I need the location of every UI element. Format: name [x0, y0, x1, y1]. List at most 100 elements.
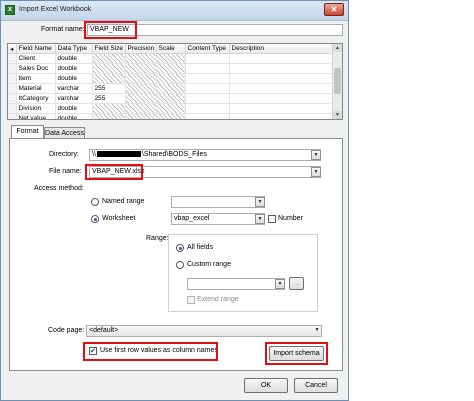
scale-cell[interactable]	[156, 53, 186, 64]
schema-grid[interactable]: ◂ Field Name Data Type Field Size Precis…	[7, 43, 343, 120]
field-size-cell[interactable]: 255	[92, 83, 126, 94]
field-name-cell[interactable]: Item	[16, 73, 56, 84]
row-header[interactable]	[8, 53, 17, 64]
scroll-thumb[interactable]	[334, 68, 341, 94]
content-type-cell[interactable]	[185, 63, 230, 74]
precision-cell[interactable]	[125, 53, 157, 64]
column-header[interactable]: Precision	[125, 44, 157, 54]
scroll-up-icon[interactable]: ▲	[333, 44, 342, 52]
table-row[interactable]: Sales Doc double	[8, 63, 336, 74]
data-type-cell[interactable]: double	[55, 103, 93, 114]
description-cell[interactable]	[229, 103, 336, 114]
directory-input[interactable]: \\ \Shared\BODS_Files	[89, 149, 321, 161]
worksheet-select[interactable]: vbap_excel	[171, 213, 265, 225]
field-size-cell[interactable]	[92, 63, 126, 74]
field-name-cell[interactable]: Client	[16, 53, 56, 64]
scale-cell[interactable]	[156, 113, 186, 119]
column-header[interactable]: Content Type	[185, 44, 230, 54]
data-type-cell[interactable]: varchar	[55, 93, 93, 104]
column-header[interactable]: Field Name	[16, 44, 56, 54]
row-header[interactable]	[8, 73, 17, 84]
content-type-cell[interactable]	[185, 103, 230, 114]
description-cell[interactable]	[229, 63, 336, 74]
ok-button[interactable]: OK	[244, 378, 288, 393]
chevron-down-icon[interactable]: ▼	[275, 279, 285, 289]
precision-cell[interactable]	[125, 103, 157, 114]
row-header[interactable]	[8, 83, 17, 94]
number-checkbox[interactable]	[268, 215, 276, 223]
row-header[interactable]	[8, 93, 17, 104]
table-row[interactable]: Net value double	[8, 113, 336, 119]
description-cell[interactable]	[229, 113, 336, 119]
content-type-cell[interactable]	[185, 93, 230, 104]
extend-range-checkbox[interactable]	[187, 296, 195, 304]
row-header[interactable]	[8, 113, 17, 119]
custom-range-radio[interactable]	[176, 261, 184, 269]
data-type-cell[interactable]: double	[55, 53, 93, 64]
scale-cell[interactable]	[156, 83, 186, 94]
cancel-button[interactable]: Cancel	[294, 378, 338, 393]
description-cell[interactable]	[229, 53, 336, 64]
close-button[interactable]: ✕	[324, 3, 344, 16]
column-header[interactable]: Field Size	[92, 44, 126, 54]
field-size-cell[interactable]	[92, 103, 126, 114]
tab-format[interactable]: Format	[11, 125, 44, 139]
table-row[interactable]: Client double	[8, 53, 336, 64]
column-header[interactable]: Data Type	[55, 44, 93, 54]
content-type-cell[interactable]	[185, 113, 230, 119]
chevron-down-icon[interactable]: ▼	[312, 326, 322, 336]
scale-cell[interactable]	[156, 93, 186, 104]
named-range-radio[interactable]	[91, 198, 99, 206]
precision-cell[interactable]	[125, 113, 157, 119]
table-row[interactable]: Material varchar 255	[8, 83, 336, 94]
field-name-cell[interactable]: Net value	[16, 113, 56, 119]
named-range-select[interactable]	[171, 196, 265, 208]
scroll-down-icon[interactable]: ▼	[333, 111, 342, 119]
worksheet-radio[interactable]	[91, 215, 99, 223]
description-cell[interactable]	[229, 93, 336, 104]
data-type-cell[interactable]: double	[55, 63, 93, 74]
code-page-select[interactable]: <default>	[86, 325, 322, 337]
data-type-cell[interactable]: double	[55, 73, 93, 84]
data-type-cell[interactable]: double	[55, 113, 93, 119]
table-row[interactable]: Item double	[8, 73, 336, 84]
scale-cell[interactable]	[156, 63, 186, 74]
row-header[interactable]	[8, 103, 17, 114]
scale-cell[interactable]	[156, 103, 186, 114]
field-size-cell[interactable]: 255	[92, 93, 126, 104]
precision-cell[interactable]	[125, 83, 157, 94]
chevron-down-icon[interactable]: ▼	[311, 167, 321, 177]
field-name-cell[interactable]: Sales Doc	[16, 63, 56, 74]
content-type-cell[interactable]	[185, 53, 230, 64]
column-header[interactable]: Scale	[156, 44, 186, 54]
field-name-cell[interactable]: Material	[16, 83, 56, 94]
precision-cell[interactable]	[125, 93, 157, 104]
field-size-cell[interactable]	[92, 53, 126, 64]
content-type-cell[interactable]	[185, 83, 230, 94]
browse-range-button[interactable]: ...	[289, 277, 304, 290]
field-size-cell[interactable]	[92, 113, 126, 119]
content-type-cell[interactable]	[185, 73, 230, 84]
field-size-cell[interactable]	[92, 73, 126, 84]
field-name-cell[interactable]: ItCategory	[16, 93, 56, 104]
data-type-cell[interactable]: varchar	[55, 83, 93, 94]
description-cell[interactable]	[229, 73, 336, 84]
table-row[interactable]: ItCategory varchar 255	[8, 93, 336, 104]
precision-cell[interactable]	[125, 73, 157, 84]
scale-cell[interactable]	[156, 73, 186, 84]
title-bar[interactable]: x Import Excel Workbook ✕	[1, 1, 348, 21]
field-name-cell[interactable]: Division	[16, 103, 56, 114]
chevron-down-icon[interactable]: ▼	[311, 150, 321, 160]
excel-icon: x	[5, 5, 15, 15]
chevron-down-icon[interactable]: ▼	[255, 197, 265, 207]
chevron-down-icon[interactable]: ▼	[255, 214, 265, 224]
all-fields-radio[interactable]	[176, 244, 184, 252]
custom-range-select[interactable]	[187, 278, 285, 290]
row-header[interactable]	[8, 63, 17, 74]
column-header[interactable]: Description	[229, 44, 336, 54]
precision-cell[interactable]	[125, 63, 157, 74]
worksheet-label: Worksheet	[102, 215, 136, 222]
grid-scrollbar[interactable]: ▲ ▼	[332, 44, 342, 119]
table-row[interactable]: Division double	[8, 103, 336, 114]
description-cell[interactable]	[229, 83, 336, 94]
